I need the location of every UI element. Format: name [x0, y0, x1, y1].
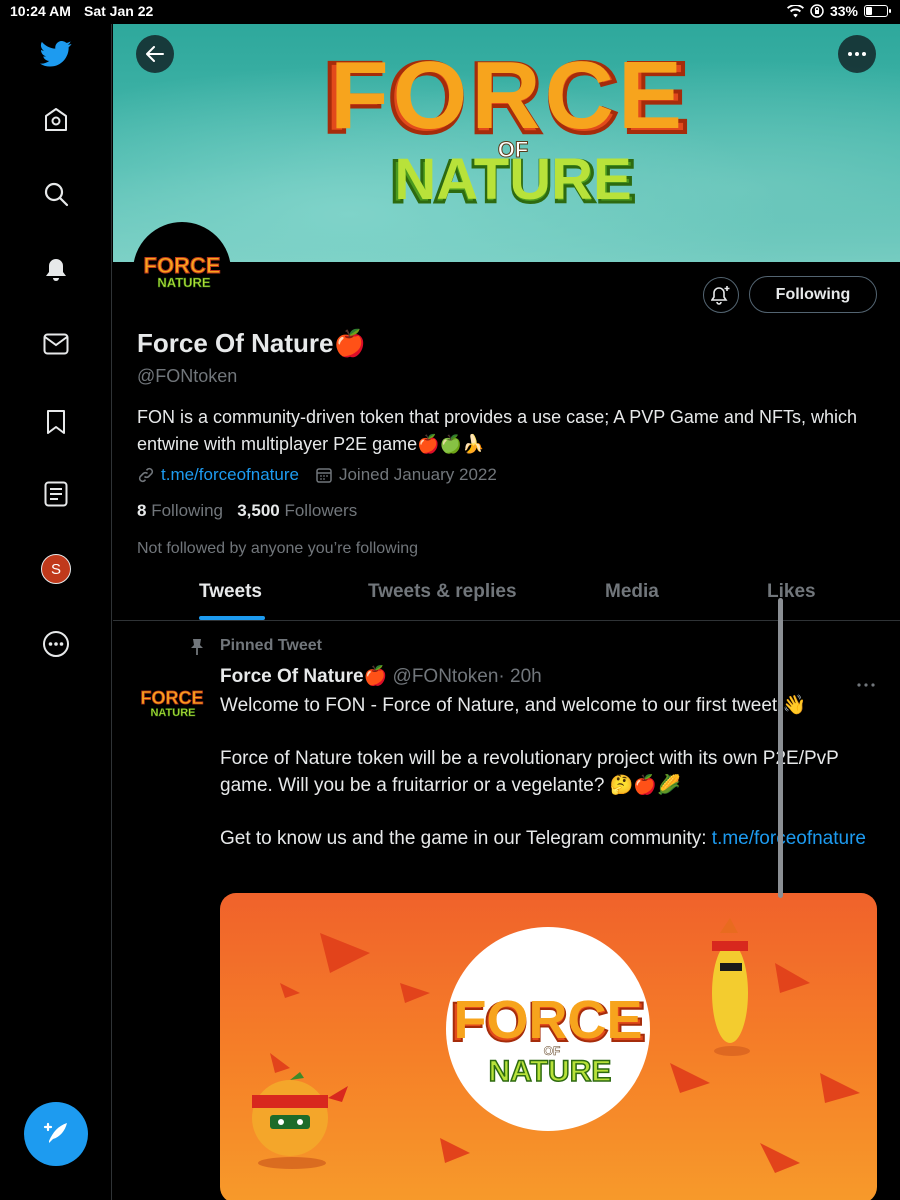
tweet-more-button[interactable]	[857, 674, 875, 692]
more-options-button[interactable]	[838, 35, 876, 73]
tweet-avatar-line2: NATURE	[150, 707, 195, 719]
profile-name-text: Force Of Nature	[137, 328, 334, 358]
sidebar: S	[0, 24, 112, 1200]
profile-counts: 8 Following 3,500 Followers	[137, 501, 357, 521]
avatar-logo: FORCE NATURE	[143, 253, 221, 291]
followers-label: Followers	[284, 501, 358, 520]
more-horizontal-icon	[848, 52, 866, 56]
profile-avatar[interactable]: FORCE NATURE	[133, 222, 231, 320]
battery-percent: 33%	[829, 3, 858, 19]
scrollbar[interactable]	[778, 598, 783, 898]
back-button[interactable]	[136, 35, 174, 73]
tweet-time: · 20h	[498, 666, 542, 687]
following-count: 8	[137, 501, 147, 520]
profile-link[interactable]: t.me/forceofnature	[161, 465, 299, 485]
tab-likes[interactable]: Likes	[767, 581, 816, 603]
avatar-logo-line2: NATURE	[157, 275, 211, 290]
bookmark-icon[interactable]	[36, 402, 76, 442]
active-tab-indicator	[199, 616, 265, 620]
media-artwork: FORCE FORCE OF NATURE	[252, 918, 860, 1173]
arrow-left-icon	[146, 46, 164, 62]
wifi-icon	[786, 4, 804, 17]
following-label: Following	[151, 501, 224, 520]
orientation-lock-icon	[810, 4, 824, 18]
media-logo-line2: NATURE	[489, 1055, 612, 1088]
avatar-initial: S	[41, 554, 71, 584]
media-logo-line1-face: FORCE	[454, 990, 643, 1050]
pinned-label: Pinned Tweet	[220, 637, 322, 654]
status-date: Sat Jan 22	[84, 3, 154, 19]
search-icon[interactable]	[36, 174, 76, 214]
profile-banner: FORCE FORCE OF NATURE NATURE	[113, 24, 900, 262]
status-bar: 10:24 AM Sat Jan 22 33%	[0, 0, 900, 24]
telegram-link[interactable]: t.me/forceofnature	[712, 828, 866, 849]
calendar-icon	[316, 468, 332, 483]
lists-icon[interactable]	[36, 474, 76, 514]
tab-tweets-replies[interactable]: Tweets & replies	[368, 581, 517, 603]
notify-button[interactable]	[703, 277, 739, 313]
profile-name: Force Of Nature🍎	[137, 328, 366, 359]
joined-date: Joined January 2022	[338, 465, 497, 484]
tweet-media-image[interactable]: FORCE FORCE OF NATURE	[220, 893, 877, 1200]
more-horizontal-icon	[857, 683, 875, 687]
tweet-author-avatar[interactable]: FORCE NATURE	[137, 682, 207, 722]
link-icon	[138, 467, 154, 483]
tweet-avatar-line1: FORCE	[141, 688, 204, 708]
twitter-logo-icon[interactable]	[36, 34, 76, 74]
tweet-paragraph-text: Get to know us and the game in our Teleg…	[220, 828, 712, 849]
bell-icon[interactable]	[36, 250, 76, 290]
bell-plus-icon	[711, 286, 730, 305]
following-button[interactable]: Following	[749, 276, 877, 313]
banner-logo: FORCE FORCE OF NATURE NATURE	[321, 40, 691, 217]
more-icon[interactable]	[36, 624, 76, 664]
compose-feather-icon	[43, 1122, 67, 1143]
tab-tweets[interactable]: Tweets	[199, 581, 262, 603]
profile-handle: @FONtoken	[137, 366, 238, 386]
compose-button[interactable]	[24, 1102, 88, 1166]
following-count-link[interactable]: 8 Following	[137, 501, 223, 520]
tweet-author-name[interactable]: Force Of Nature🍎	[220, 666, 387, 687]
tweet-header: Force Of Nature🍎 @FONtoken· 20h	[220, 664, 542, 688]
tweet-author-handle[interactable]: @FONtoken	[393, 666, 499, 687]
profile-bio: FON is a community-driven token that pro…	[137, 407, 857, 454]
profile-meta: t.me/forceofnature Joined January 2022	[137, 465, 497, 485]
home-icon[interactable]	[36, 100, 76, 140]
tab-media[interactable]: Media	[605, 581, 659, 603]
apple-emoji: 🍎	[333, 328, 366, 358]
not-followed-notice: Not followed by anyone you’re following	[137, 540, 419, 557]
followers-count-link[interactable]: 3,500 Followers	[237, 501, 357, 520]
avatar[interactable]: S	[36, 549, 76, 589]
pin-icon	[191, 639, 203, 655]
battery-fill	[866, 7, 873, 15]
battery-icon	[864, 5, 891, 17]
status-time: 10:24 AM	[10, 3, 71, 19]
followers-count: 3,500	[237, 501, 280, 520]
banner-logo-line2-face: NATURE	[394, 147, 631, 212]
status-indicators: 33%	[786, 3, 891, 19]
mail-icon[interactable]	[36, 324, 76, 364]
banner-logo-line1-face: FORCE	[330, 42, 686, 149]
